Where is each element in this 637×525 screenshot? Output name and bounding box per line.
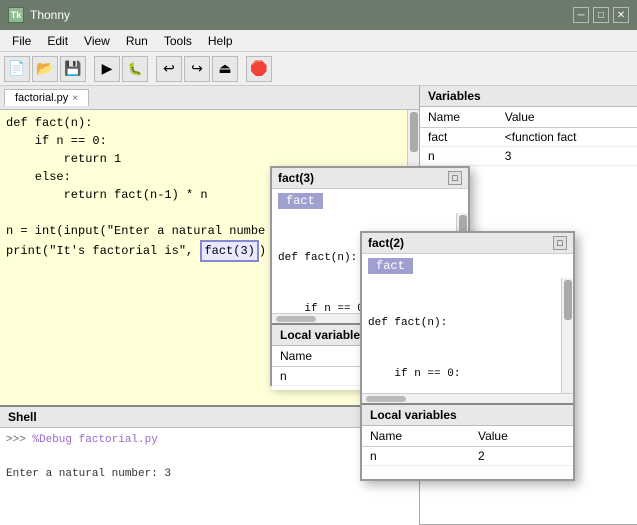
var-col-value: Value — [497, 107, 637, 128]
main-content: factorial.py × def fact(n): if n == 0: r… — [0, 86, 637, 525]
shell-line-1: >>> %Debug factorial.py — [6, 432, 413, 449]
fact3-func-badge: fact — [278, 193, 323, 209]
fact2-scrollbar-h[interactable] — [362, 393, 573, 403]
menu-view[interactable]: View — [76, 32, 118, 50]
fact3-title: fact(3) — [278, 171, 314, 185]
fact2-popup: fact(2) □ fact def fact(n): if n == 0: r… — [360, 231, 575, 481]
fact2-scroll-thumb — [564, 280, 572, 320]
var-value-n: 3 — [497, 147, 637, 166]
code-line-1: def fact(n): — [6, 114, 413, 132]
variables-table: Name Value fact <function fact n 3 — [420, 107, 637, 166]
minimize-button[interactable]: ─ — [573, 7, 589, 23]
step-over-button[interactable]: ↩ — [156, 56, 182, 82]
table-row: fact <function fact — [420, 128, 637, 147]
var-name-n: n — [420, 147, 497, 166]
menu-tools[interactable]: Tools — [156, 32, 200, 50]
menu-edit[interactable]: Edit — [39, 32, 76, 50]
fact2-local-vars: Local variables Name Value n 2 — [362, 403, 573, 470]
variables-title: Variables — [420, 86, 637, 107]
run-button[interactable]: ▶ — [94, 56, 120, 82]
menu-file[interactable]: File — [4, 32, 39, 50]
fact2-var-table: Name Value n 2 — [362, 426, 573, 466]
window-title: Thonny — [30, 8, 70, 22]
fact2-func-badge: fact — [368, 258, 413, 274]
shell-debug-cmd: %Debug factorial.py — [32, 434, 157, 446]
stop-button[interactable]: 🛑 — [246, 56, 272, 82]
editor-tab-factorial[interactable]: factorial.py × — [4, 89, 89, 106]
fact2-col-value: Value — [470, 426, 573, 447]
fact2-var-n-val: 2 — [470, 447, 573, 466]
fact3-col-name: Name — [272, 346, 372, 367]
shell-line-2 — [6, 449, 413, 466]
menu-bar: File Edit View Run Tools Help — [0, 30, 637, 52]
fact2-code: def fact(n): if n == 0: return 1 else: r… — [362, 278, 573, 393]
fact2-local-vars-title: Local variables — [362, 405, 573, 426]
menu-help[interactable]: Help — [200, 32, 241, 50]
fact3-maximize-button[interactable]: □ — [448, 171, 462, 185]
fact2-col-name: Name — [362, 426, 470, 447]
tab-close-button[interactable]: × — [72, 93, 78, 104]
tab-filename: factorial.py — [15, 92, 68, 104]
open-button[interactable]: 📂 — [32, 56, 58, 82]
fact2-var-n: n — [362, 447, 470, 466]
var-value-fact: <function fact — [497, 128, 637, 147]
title-bar: Tk Thonny ─ □ ✕ — [0, 0, 637, 30]
code-line-2: if n == 0: — [6, 132, 413, 150]
var-col-name: Name — [420, 107, 497, 128]
step-into-button[interactable]: ↪ — [184, 56, 210, 82]
step-out-button[interactable]: ⏏ — [212, 56, 238, 82]
save-button[interactable]: 💾 — [60, 56, 86, 82]
highlighted-call: fact(3) — [200, 240, 258, 262]
fact2-title: fact(2) — [368, 236, 404, 250]
fact3-var-n: n — [272, 367, 372, 386]
fact2-maximize-button[interactable]: □ — [553, 236, 567, 250]
editor-scroll-thumb — [410, 112, 418, 152]
fact2-title-bar: fact(2) □ — [362, 233, 573, 254]
fact2-code-line-2: if n == 0: — [368, 366, 567, 383]
debug-button[interactable]: 🐛 — [122, 56, 148, 82]
table-row: n 2 — [362, 447, 573, 466]
app-icon: Tk — [8, 7, 24, 23]
var-name-fact: fact — [420, 128, 497, 147]
fact3-scroll-thumb-h — [276, 316, 316, 322]
menu-run[interactable]: Run — [118, 32, 156, 50]
close-button[interactable]: ✕ — [613, 7, 629, 23]
table-row: n 3 — [420, 147, 637, 166]
editor-tabs: factorial.py × — [0, 86, 419, 110]
fact2-scroll-thumb-h — [366, 396, 406, 402]
toolbar: 📄 📂 💾 ▶ 🐛 ↩ ↪ ⏏ 🛑 — [0, 52, 637, 86]
shell-prompt: >>> — [6, 434, 32, 446]
maximize-button[interactable]: □ — [593, 7, 609, 23]
fact3-title-bar: fact(3) □ — [272, 168, 468, 189]
fact2-scrollbar[interactable] — [561, 278, 573, 393]
shell-content[interactable]: >>> %Debug factorial.py Enter a natural … — [0, 428, 419, 525]
window-controls: ─ □ ✕ — [573, 7, 629, 23]
shell-title: Shell — [0, 407, 419, 428]
title-bar-left: Tk Thonny — [8, 7, 70, 23]
shell-area: Shell >>> %Debug factorial.py Enter a na… — [0, 405, 419, 525]
fact2-code-line-1: def fact(n): — [368, 315, 567, 332]
new-file-button[interactable]: 📄 — [4, 56, 30, 82]
shell-output-line: Enter a natural number: 3 — [6, 466, 413, 483]
